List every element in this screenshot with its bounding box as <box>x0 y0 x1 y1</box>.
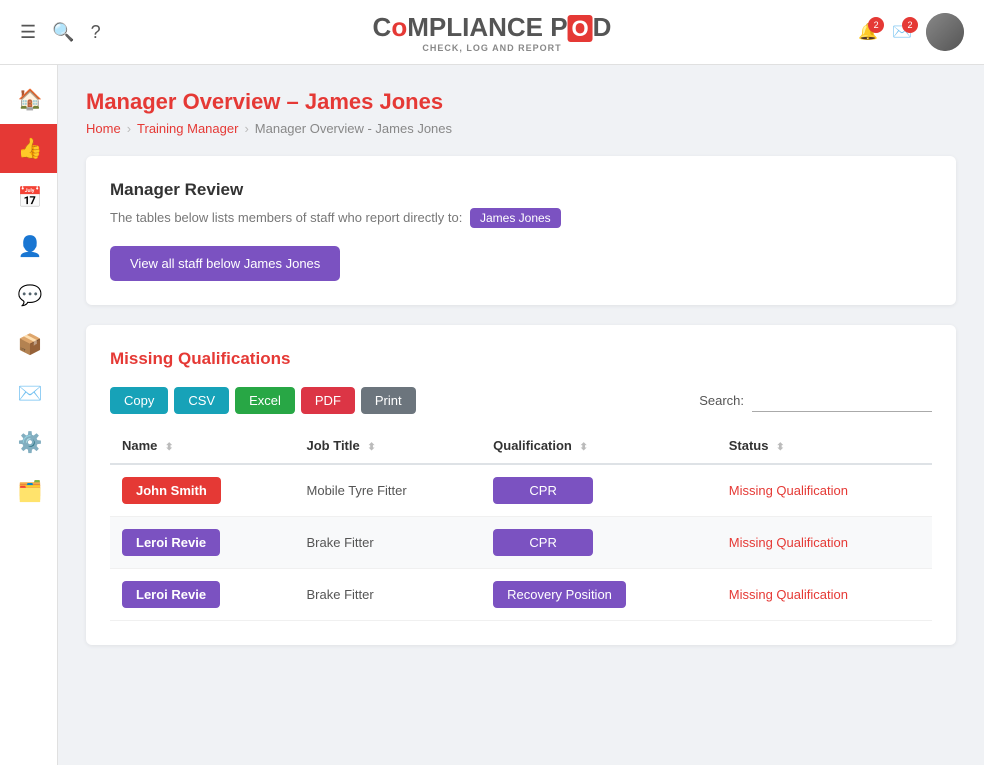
status-badge-0: Missing Qualification <box>729 483 848 498</box>
sidebar-item-thumbsup[interactable]: 👍 <box>0 124 57 173</box>
manager-review-title: Manager Review <box>110 180 932 200</box>
cell-name-2: Leroi Revie <box>110 569 295 621</box>
col-status: Status ⬍ <box>717 428 932 464</box>
avatar[interactable] <box>926 13 964 51</box>
cell-name-1: Leroi Revie <box>110 517 295 569</box>
missing-qualifications-card: Missing Qualifications Copy CSV Excel PD… <box>86 325 956 645</box>
table-controls: Copy CSV Excel PDF Print Search: <box>110 387 932 414</box>
view-staff-button[interactable]: View all staff below James Jones <box>110 246 340 281</box>
table-body: John Smith Mobile Tyre Fitter CPR Missin… <box>110 464 932 621</box>
manager-review-card: Manager Review The tables below lists me… <box>86 156 956 305</box>
breadcrumb-current: Manager Overview - James Jones <box>255 121 452 136</box>
cell-name-0: John Smith <box>110 464 295 517</box>
qualifications-table: Name ⬍ Job Title ⬍ Qualification ⬍ Statu… <box>110 428 932 621</box>
table-header: Name ⬍ Job Title ⬍ Qualification ⬍ Statu… <box>110 428 932 464</box>
cell-job-1: Brake Fitter <box>295 517 482 569</box>
logo-container: CoMPLIANCE POD CHECK, LOG AND REPORT <box>373 12 612 53</box>
cell-job-0: Mobile Tyre Fitter <box>295 464 482 517</box>
sidebar-item-layers[interactable]: 🗂️ <box>0 467 57 516</box>
messages-badge: 2 <box>902 17 918 33</box>
search-icon[interactable]: 🔍 <box>52 22 74 43</box>
sidebar-item-chat[interactable]: 💬 <box>0 271 57 320</box>
sidebar-item-people[interactable]: 👤 <box>0 222 57 271</box>
status-badge-1: Missing Qualification <box>729 535 848 550</box>
sort-qual-icon[interactable]: ⬍ <box>580 442 588 453</box>
messages-icon[interactable]: ✉️ 2 <box>892 22 912 42</box>
sidebar-item-home[interactable]: 🏠 <box>0 75 57 124</box>
qual-badge-1[interactable]: CPR <box>493 529 593 556</box>
cell-status-0: Missing Qualification <box>717 464 932 517</box>
qual-badge-2[interactable]: Recovery Position <box>493 581 626 608</box>
search-label: Search: <box>699 393 744 408</box>
copy-button[interactable]: Copy <box>110 387 168 414</box>
breadcrumb-section[interactable]: Training Manager <box>137 121 238 136</box>
table-row: Leroi Revie Brake Fitter CPR Missing Qua… <box>110 517 932 569</box>
name-badge-1[interactable]: Leroi Revie <box>122 529 220 556</box>
excel-button[interactable]: Excel <box>235 387 295 414</box>
sidebar-item-settings[interactable]: ⚙️ <box>0 418 57 467</box>
section-title: Missing Qualifications <box>110 349 932 369</box>
sidebar: 🏠 👍 📅 👤 💬 📦 ✉️ ⚙️ 🗂️ <box>0 65 58 765</box>
cell-job-2: Brake Fitter <box>295 569 482 621</box>
top-nav-right: 🔔 2 ✉️ 2 <box>858 13 964 51</box>
table-row: Leroi Revie Brake Fitter Recovery Positi… <box>110 569 932 621</box>
breadcrumb-sep-2: › <box>244 121 248 136</box>
avatar-image <box>926 13 964 51</box>
cell-status-1: Missing Qualification <box>717 517 932 569</box>
help-icon[interactable]: ? <box>91 22 101 43</box>
csv-button[interactable]: CSV <box>174 387 229 414</box>
cell-qual-0: CPR <box>481 464 717 517</box>
hamburger-icon[interactable]: ☰ <box>20 22 36 43</box>
app-logo: CoMPLIANCE POD CHECK, LOG AND REPORT <box>373 12 612 53</box>
col-qualification: Qualification ⬍ <box>481 428 717 464</box>
sidebar-item-mail[interactable]: ✉️ <box>0 369 57 418</box>
name-badge-0[interactable]: John Smith <box>122 477 221 504</box>
sort-status-icon[interactable]: ⬍ <box>776 442 784 453</box>
manager-name-badge: James Jones <box>470 208 561 228</box>
table-row: John Smith Mobile Tyre Fitter CPR Missin… <box>110 464 932 517</box>
col-name: Name ⬍ <box>110 428 295 464</box>
col-job-title: Job Title ⬍ <box>295 428 482 464</box>
sidebar-item-box[interactable]: 📦 <box>0 320 57 369</box>
top-navigation: ☰ 🔍 ? CoMPLIANCE POD CHECK, LOG AND REPO… <box>0 0 984 65</box>
search-container: Search: <box>699 390 932 412</box>
name-badge-2[interactable]: Leroi Revie <box>122 581 220 608</box>
search-input[interactable] <box>752 390 932 412</box>
manager-review-desc: The tables below lists members of staff … <box>110 208 932 228</box>
sort-name-icon[interactable]: ⬍ <box>165 442 173 453</box>
main-content: Manager Overview – James Jones Home › Tr… <box>58 65 984 765</box>
cell-status-2: Missing Qualification <box>717 569 932 621</box>
qual-badge-0[interactable]: CPR <box>493 477 593 504</box>
breadcrumb: Home › Training Manager › Manager Overvi… <box>86 121 956 136</box>
status-badge-2: Missing Qualification <box>729 587 848 602</box>
cell-qual-1: CPR <box>481 517 717 569</box>
breadcrumb-home[interactable]: Home <box>86 121 121 136</box>
sidebar-item-calendar[interactable]: 📅 <box>0 173 57 222</box>
notifications-icon[interactable]: 🔔 2 <box>858 22 878 42</box>
top-nav-left: ☰ 🔍 ? <box>20 22 101 43</box>
notifications-badge: 2 <box>868 17 884 33</box>
print-button[interactable]: Print <box>361 387 416 414</box>
export-buttons: Copy CSV Excel PDF Print <box>110 387 416 414</box>
cell-qual-2: Recovery Position <box>481 569 717 621</box>
sort-job-icon[interactable]: ⬍ <box>367 442 375 453</box>
pdf-button[interactable]: PDF <box>301 387 355 414</box>
page-title: Manager Overview – James Jones <box>86 89 956 115</box>
breadcrumb-sep-1: › <box>127 121 131 136</box>
logo-subtitle: CHECK, LOG AND REPORT <box>373 43 612 53</box>
